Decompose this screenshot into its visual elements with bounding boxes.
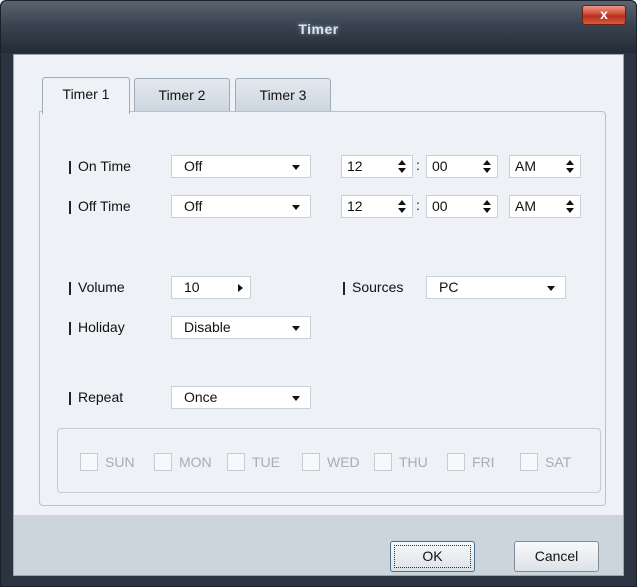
spin-arrows-icon[interactable] — [397, 160, 407, 174]
off-time-minute-value: 00 — [432, 198, 448, 214]
day-label: WED — [327, 454, 360, 470]
day-label: FRI — [472, 454, 495, 470]
checkbox-icon[interactable] — [80, 453, 98, 471]
label-marker — [69, 201, 71, 214]
play-arrow-icon[interactable] — [238, 284, 243, 292]
spin-arrows-icon[interactable] — [482, 200, 492, 214]
checkbox-icon[interactable] — [374, 453, 392, 471]
title-bar[interactable]: Timer x — [1, 1, 636, 53]
checkbox-icon[interactable] — [227, 453, 245, 471]
day-label: THU — [399, 454, 428, 470]
checkbox-icon[interactable] — [447, 453, 465, 471]
off-time-mode-dropdown[interactable]: Off — [171, 195, 311, 218]
off-time-mode-value: Off — [184, 198, 203, 214]
off-time-minute-spinner[interactable]: 00 — [426, 195, 498, 218]
label-marker — [69, 392, 71, 405]
ok-button[interactable]: OK — [390, 541, 475, 572]
chevron-down-icon — [292, 205, 300, 210]
chevron-down-icon — [292, 165, 300, 170]
tab-timer-2[interactable]: Timer 2 — [134, 78, 230, 112]
off-time-hour-value: 12 — [347, 198, 363, 214]
on-time-hour-value: 12 — [347, 158, 363, 174]
close-button[interactable]: x — [582, 5, 626, 25]
time-separator: : — [416, 197, 420, 213]
label-marker — [69, 161, 71, 174]
label-marker — [69, 322, 71, 335]
volume-label: Volume — [78, 279, 125, 295]
spin-arrows-icon[interactable] — [482, 160, 492, 174]
day-label: SAT — [545, 454, 572, 470]
off-time-ampm-spinner[interactable]: AM — [509, 195, 581, 218]
tab-timer-1[interactable]: Timer 1 — [42, 77, 130, 114]
dialog-body: Timer 1 Timer 2 Timer 3 On Time Off 12 :… — [13, 54, 624, 576]
window-title: Timer — [298, 21, 339, 37]
on-time-label: On Time — [78, 158, 131, 174]
cancel-button[interactable]: Cancel — [514, 541, 599, 572]
content-area: Timer 1 Timer 2 Timer 3 On Time Off 12 :… — [14, 55, 623, 515]
off-time-ampm-value: AM — [515, 198, 536, 214]
checkbox-icon[interactable] — [302, 453, 320, 471]
on-time-mode-dropdown[interactable]: Off — [171, 155, 311, 178]
volume-value: 10 — [184, 279, 200, 295]
on-time-ampm-value: AM — [515, 158, 536, 174]
holiday-label: Holiday — [78, 319, 125, 335]
spin-arrows-icon[interactable] — [565, 160, 575, 174]
off-time-label: Off Time — [78, 198, 131, 214]
day-label: MON — [179, 454, 212, 470]
sources-label: Sources — [352, 279, 404, 295]
chevron-down-icon — [292, 326, 300, 331]
sources-dropdown[interactable]: PC — [426, 276, 566, 299]
time-separator: : — [416, 157, 420, 173]
repeat-dropdown[interactable]: Once — [171, 386, 311, 409]
sources-value: PC — [439, 279, 459, 295]
checkbox-icon[interactable] — [154, 453, 172, 471]
off-time-hour-spinner[interactable]: 12 — [341, 195, 413, 218]
on-time-ampm-spinner[interactable]: AM — [509, 155, 581, 178]
day-label: SUN — [105, 454, 135, 470]
holiday-value: Disable — [184, 319, 231, 335]
timer-dialog: Timer x Timer 1 Timer 2 Timer 3 On Time … — [0, 0, 637, 587]
label-marker — [69, 282, 71, 295]
spin-arrows-icon[interactable] — [565, 200, 575, 214]
tab-timer-3[interactable]: Timer 3 — [235, 78, 331, 112]
on-time-hour-spinner[interactable]: 12 — [341, 155, 413, 178]
spin-arrows-icon[interactable] — [397, 200, 407, 214]
repeat-value: Once — [184, 389, 218, 405]
volume-stepper[interactable]: 10 — [171, 276, 251, 299]
on-time-minute-value: 00 — [432, 158, 448, 174]
on-time-mode-value: Off — [184, 158, 203, 174]
label-marker — [343, 282, 345, 295]
holiday-dropdown[interactable]: Disable — [171, 316, 311, 339]
close-icon: x — [600, 6, 608, 22]
repeat-label: Repeat — [78, 389, 124, 405]
chevron-down-icon — [292, 396, 300, 401]
on-time-minute-spinner[interactable]: 00 — [426, 155, 498, 178]
day-label: TUE — [252, 454, 280, 470]
chevron-down-icon — [547, 286, 555, 291]
checkbox-icon[interactable] — [520, 453, 538, 471]
